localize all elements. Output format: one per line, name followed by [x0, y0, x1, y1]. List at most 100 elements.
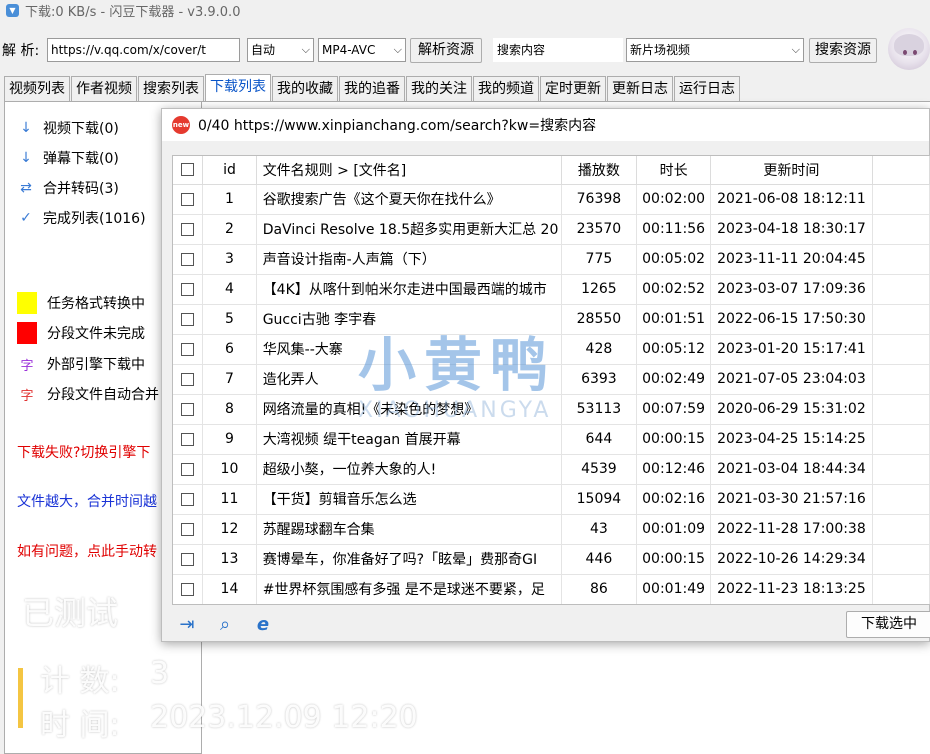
arrow-down-icon: ↓	[20, 120, 32, 136]
cell-id: 5	[202, 304, 257, 335]
cell-duration: 00:07:59	[636, 394, 712, 425]
table-row[interactable]: 1 谷歌搜索广告《这个夏天你在找什么》 76398 00:02:00 2021-06-0…	[173, 184, 930, 215]
new-badge-icon: new	[172, 116, 190, 134]
cell-duration: 00:00:15	[636, 544, 712, 575]
row-checkbox[interactable]	[173, 214, 204, 245]
stamp-accent-bar	[18, 668, 23, 728]
tab-followed-series[interactable]: 我的追番	[339, 76, 405, 101]
column-header-duration[interactable]: 时长	[636, 156, 712, 185]
note-manual-convert[interactable]: 如有问题，点此手动转	[17, 541, 167, 561]
tab-search-list[interactable]: 搜索列表	[138, 76, 204, 101]
search-button[interactable]: 搜索资源	[809, 38, 877, 63]
cell-id: 6	[202, 334, 257, 365]
cell-blank	[872, 184, 930, 215]
tab-author-videos[interactable]: 作者视频	[71, 76, 137, 101]
cell-blank	[872, 334, 930, 365]
row-checkbox[interactable]	[173, 514, 204, 545]
column-header-blank	[872, 156, 930, 185]
table-row[interactable]: 4 【4K】从喀什到帕米尔走进中国最西端的城市 1265 00:02:52 2023-0…	[173, 274, 930, 305]
row-checkbox[interactable]	[173, 274, 204, 305]
cell-blank	[872, 574, 930, 604]
format-select[interactable]: MP4-AVC ⌵	[318, 38, 406, 62]
row-checkbox[interactable]	[173, 424, 204, 455]
cell-updated: 2022-11-28 17:00:38	[710, 514, 873, 545]
tab-download-list[interactable]: 下载列表	[205, 74, 271, 101]
tab-scheduled-update[interactable]: 定时更新	[540, 76, 606, 101]
cell-plays: 644	[561, 424, 638, 455]
cell-filename: 大湾视频 缇干teagan 首展开幕	[256, 424, 562, 455]
download-selected-button[interactable]: 下载选中	[846, 611, 930, 638]
tab-following[interactable]: 我的关注	[406, 76, 472, 101]
time-value: 2023.12.09 12:20	[150, 700, 418, 735]
note-switch-engine[interactable]: 下载失败?切换引擎下	[17, 442, 167, 462]
row-checkbox[interactable]	[173, 454, 204, 485]
table-row[interactable]: 9 大湾视频 缇干teagan 首展开幕 644 00:00:15 2023-04-25…	[173, 424, 930, 455]
cell-updated: 2023-04-25 15:14:25	[710, 424, 873, 455]
cell-duration: 00:05:12	[636, 334, 712, 365]
mode-select[interactable]: 自动 ⌵	[247, 38, 314, 62]
watermark-logo: 小黄鸭	[358, 331, 557, 399]
column-header-updated[interactable]: 更新时间	[710, 156, 873, 185]
row-checkbox[interactable]	[173, 334, 204, 365]
table-row[interactable]: 14 #世界杯氛围感有多强 是不是球迷不要紧，足 86 00:01:49 2022-11…	[173, 574, 930, 604]
tab-favorites[interactable]: 我的收藏	[272, 76, 338, 101]
count-label: 计 数:	[40, 664, 120, 699]
column-header-filename[interactable]: 文件名规则 > [文件名]	[256, 156, 562, 185]
tab-run-log[interactable]: 运行日志	[674, 76, 740, 101]
cell-updated: 2022-06-15 17:50:30	[710, 304, 873, 335]
row-checkbox[interactable]	[173, 364, 204, 395]
row-checkbox[interactable]	[173, 184, 204, 215]
ie-browser-icon[interactable]: e	[250, 613, 276, 637]
cell-plays: 1265	[561, 274, 638, 305]
search-list-icon[interactable]: ⌕	[212, 613, 238, 637]
tab-changelog[interactable]: 更新日志	[607, 76, 673, 101]
tab-video-list[interactable]: 视频列表	[4, 76, 70, 101]
sidebar-item-completed[interactable]: ✓ 完成列表(1016)	[17, 208, 146, 228]
cell-id: 8	[202, 394, 257, 425]
check-icon: ✓	[20, 210, 32, 226]
tab-my-channels[interactable]: 我的频道	[473, 76, 539, 101]
table-row[interactable]: 12 苏醒踢球翻车合集 43 00:01:09 2022-11-28 17:00:38	[173, 514, 930, 545]
url-input[interactable]: https://v.qq.com/x/cover/t	[47, 38, 240, 62]
table-row[interactable]: 2 DaVinci Resolve 18.5超多实用更新大汇总 20 23570 00…	[173, 214, 930, 245]
window-title: 下载:0 KB/s - 闪豆下载器 - v3.9.0.0	[25, 4, 241, 20]
select-all-checkbox[interactable]	[173, 156, 204, 185]
cell-filename: 谷歌搜索广告《这个夏天你在找什么》	[256, 184, 562, 215]
sidebar-item-label: 完成列表(1016)	[43, 211, 146, 227]
table-row[interactable]: 13 赛博晕车，你准备好了吗?「眩晕」费那奇GI 446 00:00:15 2022-1…	[173, 544, 930, 575]
dialog-header: new 0/40 https://www.xinpianchang.com/se…	[162, 109, 929, 141]
avatar[interactable]	[888, 28, 930, 70]
table-row[interactable]: 10 超级小獒，一位养大象的人! 4539 00:12:46 2021-03-04 18…	[173, 454, 930, 485]
row-checkbox[interactable]	[173, 394, 204, 425]
cell-plays: 15094	[561, 484, 638, 515]
cell-plays: 428	[561, 334, 638, 365]
row-checkbox[interactable]	[173, 304, 204, 335]
sidebar-item-label: 合并转码(3)	[43, 181, 119, 197]
cell-duration: 00:02:00	[636, 184, 712, 215]
sidebar-item-merge-transcode[interactable]: ⇄ 合并转码(3)	[17, 178, 119, 198]
row-checkbox[interactable]	[173, 574, 204, 604]
cell-id: 11	[202, 484, 257, 515]
cell-duration: 00:02:16	[636, 484, 712, 515]
export-list-icon[interactable]: ⇥	[174, 613, 200, 637]
cell-blank	[872, 544, 930, 575]
column-header-id[interactable]: id	[202, 156, 257, 185]
cell-id: 14	[202, 574, 257, 604]
sidebar-item-video-download[interactable]: ↓ 视频下载(0)	[17, 118, 119, 138]
row-checkbox[interactable]	[173, 544, 204, 575]
parse-button[interactable]: 解析资源	[410, 38, 482, 63]
cell-duration: 00:02:49	[636, 364, 712, 395]
search-input[interactable]: 搜索内容	[493, 38, 623, 62]
row-checkbox[interactable]	[173, 484, 204, 515]
site-select[interactable]: 新片场视频 ⌵	[626, 38, 804, 62]
table-row[interactable]: 11 【干货】剪辑音乐怎么选 15094 00:02:16 2021-03-30 21:…	[173, 484, 930, 515]
table-row[interactable]: 3 声音设计指南-人声篇（下） 775 00:05:02 2023-11-11 20:0…	[173, 244, 930, 275]
row-checkbox[interactable]	[173, 244, 204, 275]
legend-segment-incomplete: 分段文件未完成	[17, 322, 145, 344]
count-value: 3	[150, 656, 170, 691]
sidebar-item-danmaku-download[interactable]: ↓ 弹幕下载(0)	[17, 148, 119, 168]
cell-id: 10	[202, 454, 257, 485]
column-header-plays[interactable]: 播放数	[561, 156, 638, 185]
cell-plays: 4539	[561, 454, 638, 485]
cell-plays: 43	[561, 514, 638, 545]
